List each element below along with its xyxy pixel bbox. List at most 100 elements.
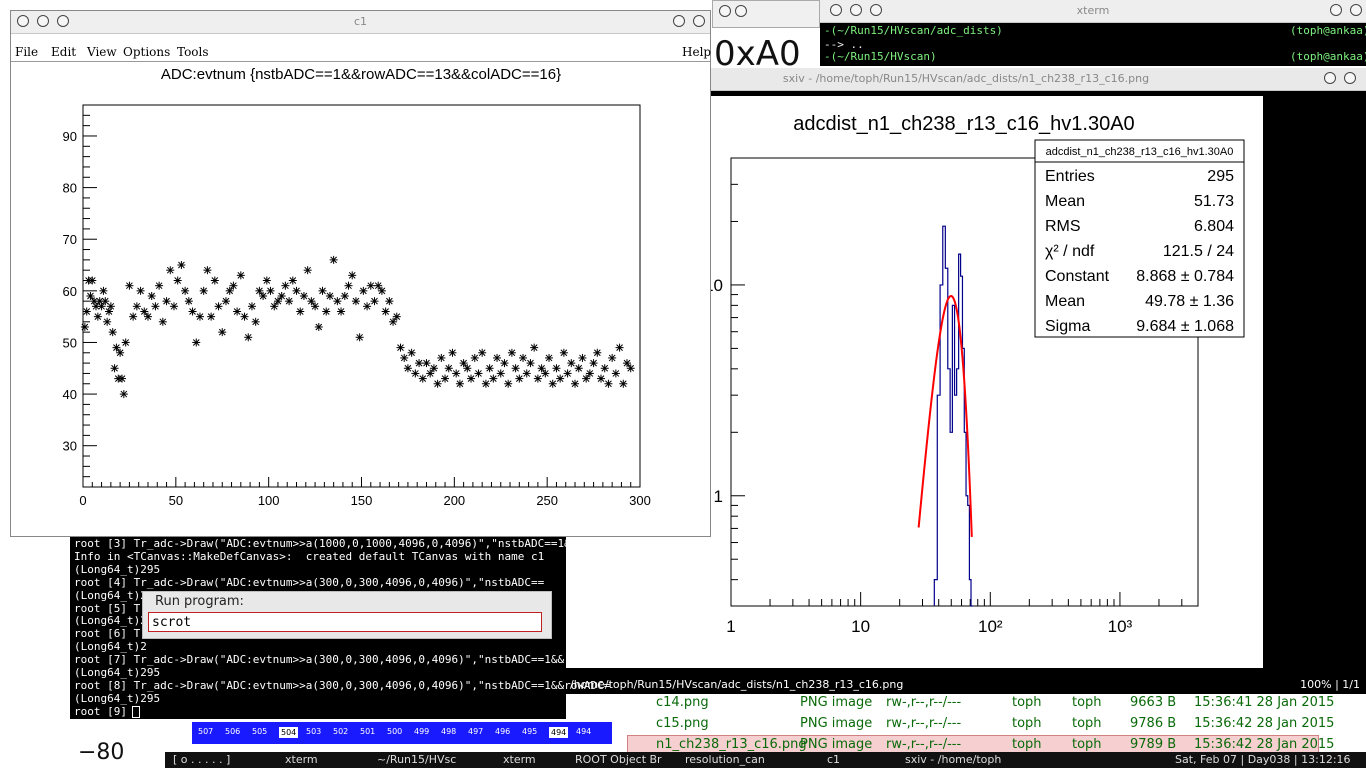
file-group: toph xyxy=(1072,737,1102,752)
c1-title-bar[interactable]: c1 xyxy=(11,11,710,34)
xterm-line-1-right: (toph@ankaa) xyxy=(1290,24,1366,37)
file-time: 15:36:42 28 Jan 2015 xyxy=(1194,716,1335,731)
data-point xyxy=(504,379,513,388)
data-point xyxy=(478,348,487,357)
data-point xyxy=(489,374,498,383)
taskbar-item[interactable]: c1 xyxy=(827,753,840,766)
scatter-frame xyxy=(82,104,641,488)
x-tick-label: 0 xyxy=(79,493,86,508)
file-row[interactable]: c15.png PNG image rw-,r--,r--/--- toph toph 9… xyxy=(628,715,1334,735)
data-point xyxy=(229,281,238,290)
strip-number: 497 xyxy=(468,727,484,736)
close-icon[interactable] xyxy=(1350,4,1362,16)
minimize-icon[interactable] xyxy=(1324,72,1336,84)
file-type: PNG image xyxy=(800,737,873,752)
taskbar-item[interactable]: xterm xyxy=(503,753,536,766)
menu-tools[interactable]: Tools xyxy=(177,45,209,59)
data-point xyxy=(429,364,438,373)
data-point xyxy=(143,312,152,321)
data-point xyxy=(597,374,606,383)
data-point xyxy=(452,369,461,378)
stats-value: 121.5 / 24 xyxy=(1163,243,1234,260)
menu-options[interactable]: Options xyxy=(123,45,170,59)
xterm-line-1: -(~/Run15/HVscan/adc_dists) xyxy=(824,24,1003,37)
stats-label: Constant xyxy=(1045,268,1110,285)
data-point xyxy=(441,374,450,383)
stats-value: 49.78 ± 1.36 xyxy=(1145,293,1234,310)
strip-number: 494 xyxy=(576,727,592,736)
close-icon[interactable] xyxy=(693,15,705,27)
taskbar-item[interactable]: ROOT Object Br xyxy=(575,753,662,766)
strip-number: 494 xyxy=(549,727,569,738)
strip-number: 495 xyxy=(522,727,538,736)
data-point xyxy=(355,333,364,342)
data-point xyxy=(385,297,394,306)
taskbar-item[interactable]: resolution_can xyxy=(685,753,765,766)
data-point xyxy=(448,348,457,357)
data-point xyxy=(381,307,390,316)
x-tick-label: 100 xyxy=(258,493,280,508)
taskbar-item[interactable]: xterm xyxy=(285,753,318,766)
data-point xyxy=(132,302,141,311)
data-point xyxy=(259,292,268,300)
data-point xyxy=(604,379,613,388)
close-icon[interactable] xyxy=(1344,72,1356,84)
file-perms: rw-,r--,r--/--- xyxy=(886,737,962,752)
stats-label: RMS xyxy=(1045,218,1081,235)
run-program-input[interactable] xyxy=(148,612,542,632)
data-point xyxy=(292,286,301,295)
data-point xyxy=(351,297,360,306)
file-size: 9786 B xyxy=(1130,716,1177,731)
xterm-top-window: xterm -(~/Run15/HVscan/adc_dists) (toph@… xyxy=(820,0,1366,66)
file-name: n1_ch238_r13_c16.png xyxy=(656,737,807,752)
status-zoom: 100% | 1/1 xyxy=(1300,678,1360,691)
y-tick-label: 80 xyxy=(63,181,77,196)
minimize-icon[interactable] xyxy=(1330,4,1342,16)
data-point xyxy=(151,302,160,311)
menu-help[interactable]: Help xyxy=(682,45,711,59)
stats-value: 6.804 xyxy=(1194,218,1234,235)
data-point xyxy=(266,286,275,295)
data-point xyxy=(311,302,320,311)
xterm-title-bar[interactable]: xterm xyxy=(820,0,1366,23)
x-tick-label: 200 xyxy=(443,493,465,508)
data-point xyxy=(318,286,327,295)
stats-label: Mean xyxy=(1045,193,1085,210)
file-type: PNG image xyxy=(800,716,873,731)
data-point xyxy=(396,343,405,352)
data-point xyxy=(567,359,576,368)
strip-number: 500 xyxy=(387,727,403,736)
terminal-line: root [5] Tr xyxy=(74,601,147,615)
data-point xyxy=(467,374,476,383)
menu-view[interactable]: View xyxy=(87,45,117,59)
taskbar-item[interactable]: ~/Run15/HVsc xyxy=(377,753,456,766)
taskbar-item[interactable]: sxiv - /home/toph xyxy=(905,753,1001,766)
file-name: c14.png xyxy=(656,695,709,710)
data-point xyxy=(125,281,134,290)
data-point xyxy=(307,297,316,306)
y-tick-label: 90 xyxy=(63,129,77,144)
data-point xyxy=(86,292,95,300)
x-tick-label: 250 xyxy=(536,493,558,508)
minimize-icon[interactable] xyxy=(673,15,685,27)
menu-file[interactable]: File xyxy=(15,45,38,59)
workspace-switcher[interactable]: [ o . . . . . ] xyxy=(173,753,230,766)
scatter-plot: ADC:evtnum {nstbADC==1&&rowADC==13&&colA… xyxy=(63,66,651,508)
data-point xyxy=(619,379,628,388)
terminal-line: root [8] Tr_adc->Draw("ADC:evtnum>>a(300… xyxy=(74,678,611,692)
data-point xyxy=(147,292,156,300)
menu-edit[interactable]: Edit xyxy=(51,45,76,59)
terminal-cursor xyxy=(132,705,140,718)
file-row[interactable]: c14.png PNG image rw-,r--,r--/--- toph toph 9… xyxy=(628,694,1334,714)
data-point xyxy=(552,364,561,373)
c1-canvas-window: c1 File Edit View Options Tools Help ADC… xyxy=(10,10,711,537)
sxiv-status-bar: /home/toph/Run15/HVscan/adc_dists/n1_ch2… xyxy=(566,677,1366,693)
data-point xyxy=(112,343,121,352)
data-point xyxy=(296,307,305,316)
taskbar: [ o . . . . . ] xterm ~/Run15/HVsc xterm RO… xyxy=(165,752,1366,768)
terminal-line: root [3] Tr_adc->Draw("ADC:evtnum>>a(100… xyxy=(74,537,618,550)
data-point xyxy=(578,353,587,362)
x-tick-label: 300 xyxy=(629,493,651,508)
x-tick-label: 150 xyxy=(351,493,373,508)
data-point xyxy=(407,348,416,357)
